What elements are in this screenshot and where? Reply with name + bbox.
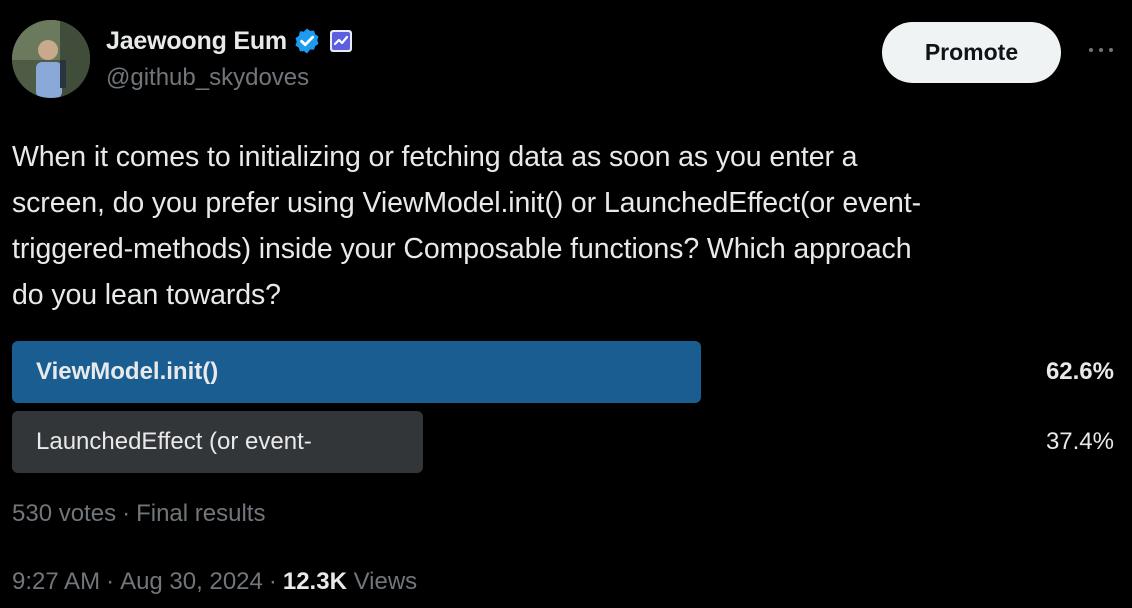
- tweet-date[interactable]: Aug 30, 2024: [120, 568, 263, 595]
- tweet: Jaewoong Eum @github_skydoves Promote Wh…: [0, 0, 1132, 608]
- timestamp-row: 9:27 AM · Aug 30, 2024 · 12.3K Views: [12, 568, 417, 596]
- poll-option-launchedeffect[interactable]: LaunchedEffect (or event- 37.4%: [12, 411, 1118, 473]
- tweet-text: When it comes to initializing or fetchin…: [12, 134, 1120, 318]
- tweet-time[interactable]: 9:27 AM: [12, 568, 100, 595]
- author-block: Jaewoong Eum @github_skydoves: [106, 24, 353, 92]
- tweet-text-line: screen, do you prefer using ViewModel.in…: [12, 187, 921, 219]
- name-row: Jaewoong Eum: [106, 24, 353, 58]
- verified-badge-icon[interactable]: [293, 27, 321, 55]
- tweet-text-line: When it comes to initializing or fetchin…: [12, 141, 858, 173]
- poll-option-label: LaunchedEffect (or event-: [36, 428, 312, 455]
- views-count[interactable]: 12.3K: [283, 568, 347, 595]
- display-name[interactable]: Jaewoong Eum: [106, 27, 287, 56]
- handle[interactable]: @github_skydoves: [106, 64, 353, 92]
- tweet-text-line: triggered-methods) inside your Composabl…: [12, 233, 912, 265]
- promote-button[interactable]: Promote: [882, 22, 1061, 83]
- poll-option-label: ViewModel.init(): [36, 358, 219, 385]
- views-label: Views: [353, 568, 418, 595]
- affiliate-badge-icon[interactable]: [329, 29, 353, 53]
- separator: ·: [106, 568, 115, 595]
- separator: ·: [122, 500, 131, 527]
- poll-meta: 530 votes · Final results: [12, 500, 265, 528]
- poll-option-percent: 62.6%: [1045, 358, 1114, 385]
- poll-votes: 530 votes: [12, 500, 117, 527]
- more-horizontal-icon[interactable]: [1085, 40, 1117, 60]
- poll-status: Final results: [136, 500, 266, 527]
- poll-option-percent: 37.4%: [1045, 428, 1114, 455]
- poll-option-viewmodel-init[interactable]: ViewModel.init() 62.6%: [12, 341, 1118, 403]
- avatar[interactable]: [12, 20, 90, 98]
- tweet-text-line: do you lean towards?: [12, 279, 281, 311]
- separator: ·: [268, 568, 277, 595]
